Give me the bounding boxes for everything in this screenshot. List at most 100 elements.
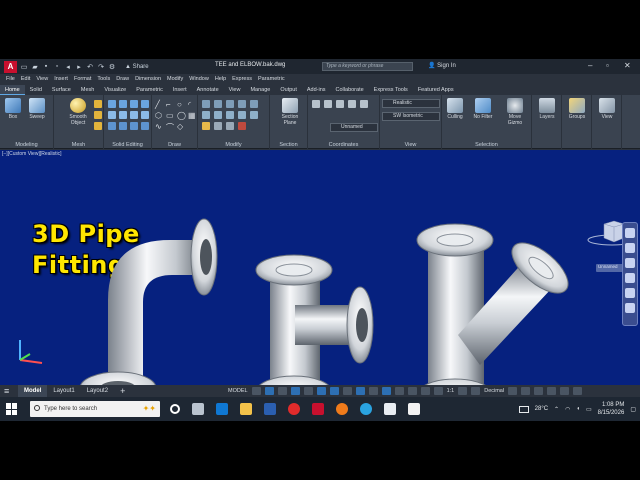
region-icon[interactable]: ◇: [177, 122, 185, 131]
mesh-tool-icon[interactable]: [94, 122, 102, 130]
view-button[interactable]: View: [596, 98, 618, 120]
rotate-icon[interactable]: [214, 100, 222, 108]
menu-tools[interactable]: Tools: [97, 76, 110, 82]
grid-icon[interactable]: [251, 387, 261, 395]
mirror-icon[interactable]: [214, 111, 222, 119]
maximize-icon[interactable]: ▫: [606, 61, 609, 70]
save-as-icon[interactable]: ▫: [53, 63, 61, 71]
capcut-icon[interactable]: [408, 403, 420, 415]
plot-icon[interactable]: ▸: [75, 63, 83, 71]
tab-output[interactable]: Output: [275, 85, 302, 95]
imprint-icon[interactable]: [141, 122, 149, 130]
section-plane-button[interactable]: Section Plane: [277, 98, 303, 126]
menu-modify[interactable]: Modify: [167, 76, 183, 82]
menu-edit[interactable]: Edit: [21, 76, 30, 82]
tab-solid[interactable]: Solid: [25, 85, 47, 95]
extract-edges-icon[interactable]: [141, 100, 149, 108]
orbit-icon[interactable]: [625, 273, 635, 283]
new-file-icon[interactable]: ▭: [20, 63, 28, 71]
polar-icon[interactable]: [290, 387, 300, 395]
menu-dimension[interactable]: Dimension: [135, 76, 161, 82]
menu-file[interactable]: File: [6, 76, 15, 82]
tab-view[interactable]: View: [224, 85, 246, 95]
lineweight-icon[interactable]: [342, 387, 352, 395]
web-mobile-icon[interactable]: ◂: [64, 63, 72, 71]
match-properties-icon[interactable]: [202, 122, 210, 130]
file-explorer-icon[interactable]: [240, 403, 252, 415]
isodraft-icon[interactable]: [303, 387, 313, 395]
mesh-tool-icon[interactable]: [94, 111, 102, 119]
no-filter-button[interactable]: No Filter: [470, 98, 496, 120]
tab-insert[interactable]: Insert: [168, 85, 192, 95]
extrude-faces-icon[interactable]: [141, 111, 149, 119]
gizmo-icon[interactable]: [420, 387, 430, 395]
annotation-monitor-icon[interactable]: [471, 387, 481, 395]
volume-icon[interactable]: ◖: [576, 406, 580, 412]
task-view-icon[interactable]: [192, 403, 204, 415]
tab-annotate[interactable]: Annotate: [192, 85, 224, 95]
temperature-label[interactable]: 28°C: [535, 406, 548, 412]
menu-window[interactable]: Window: [189, 76, 209, 82]
menu-express[interactable]: Express: [232, 76, 252, 82]
menu-parametric[interactable]: Parametric: [258, 76, 285, 82]
ucs-y-icon[interactable]: [348, 100, 356, 108]
tee-fitting[interactable]: [255, 254, 374, 385]
opera-icon[interactable]: [288, 403, 300, 415]
dynamic-ucs-icon[interactable]: [394, 387, 404, 395]
clock[interactable]: 1:08 PM 8/15/2026: [598, 401, 625, 417]
menu-draw[interactable]: Draw: [116, 76, 129, 82]
tray-chevron-icon[interactable]: ⌃: [554, 406, 559, 413]
app-icon[interactable]: [264, 403, 276, 415]
isolate-objects-icon[interactable]: [534, 387, 544, 395]
units-button[interactable]: Decimal: [484, 388, 504, 394]
ucs-z-icon[interactable]: [360, 100, 368, 108]
zoom-icon[interactable]: [625, 258, 635, 268]
annotation-visibility-icon[interactable]: [433, 387, 443, 395]
tab-express-tools[interactable]: Express Tools: [369, 85, 413, 95]
model-space-button[interactable]: MODEL: [228, 388, 248, 394]
drawing-viewport[interactable]: [−][Custom View][Realistic] 3D Pipe Fitt…: [0, 150, 640, 385]
visual-style-dropdown[interactable]: Realistic: [382, 99, 440, 108]
boundary-icon[interactable]: ⌒: [166, 122, 174, 132]
battery-icon[interactable]: ▭: [586, 406, 592, 413]
lock-ui-icon[interactable]: [521, 387, 531, 395]
interfere-icon[interactable]: [119, 111, 127, 119]
shell-icon[interactable]: [130, 111, 138, 119]
tab-surface[interactable]: Surface: [47, 85, 76, 95]
polygon-icon[interactable]: ⬡: [155, 111, 163, 120]
ellipse-icon[interactable]: ◯: [177, 111, 186, 120]
hamburger-menu-icon[interactable]: ≡: [0, 385, 18, 397]
copy-icon[interactable]: [202, 111, 210, 119]
tab-home[interactable]: Home: [0, 85, 25, 95]
help-search-input[interactable]: Type a keyword or phrase: [322, 62, 413, 71]
smooth-object-button[interactable]: Smooth Object: [64, 98, 92, 126]
scale-icon[interactable]: [214, 122, 222, 130]
tab-parametric[interactable]: Parametric: [131, 85, 168, 95]
windows-start-icon[interactable]: [6, 403, 18, 415]
mesh-tool-icon[interactable]: [94, 100, 102, 108]
slice-icon[interactable]: [108, 111, 116, 119]
subtract-icon[interactable]: [119, 100, 127, 108]
array-icon[interactable]: [226, 122, 234, 130]
tab-layout1[interactable]: Layout1: [47, 385, 80, 397]
object-snap-icon[interactable]: [329, 387, 339, 395]
line-icon[interactable]: ╱: [155, 100, 163, 109]
erase-icon[interactable]: [238, 122, 246, 130]
annotation-scale-button[interactable]: 1:1: [447, 388, 455, 394]
keyboard-icon[interactable]: [518, 405, 529, 413]
fillet-edge-icon[interactable]: [108, 122, 116, 130]
quick-properties-icon[interactable]: [508, 387, 518, 395]
nav-bar-menu-icon[interactable]: [625, 303, 635, 313]
tab-model[interactable]: Model: [18, 385, 48, 397]
graphics-performance-icon[interactable]: [547, 387, 557, 395]
sign-in-button[interactable]: 👤 Sign In: [428, 62, 456, 69]
ucs-x-icon[interactable]: [336, 100, 344, 108]
circle-icon[interactable]: ○: [177, 100, 185, 109]
trim-icon[interactable]: [226, 100, 234, 108]
separate-icon[interactable]: [130, 122, 138, 130]
rectangle-icon[interactable]: ▭: [166, 111, 174, 120]
showmotion-icon[interactable]: [625, 288, 635, 298]
3d-object-snap-icon[interactable]: [381, 387, 391, 395]
telegram-icon[interactable]: [360, 403, 372, 415]
arc-icon[interactable]: ◜: [188, 100, 196, 109]
